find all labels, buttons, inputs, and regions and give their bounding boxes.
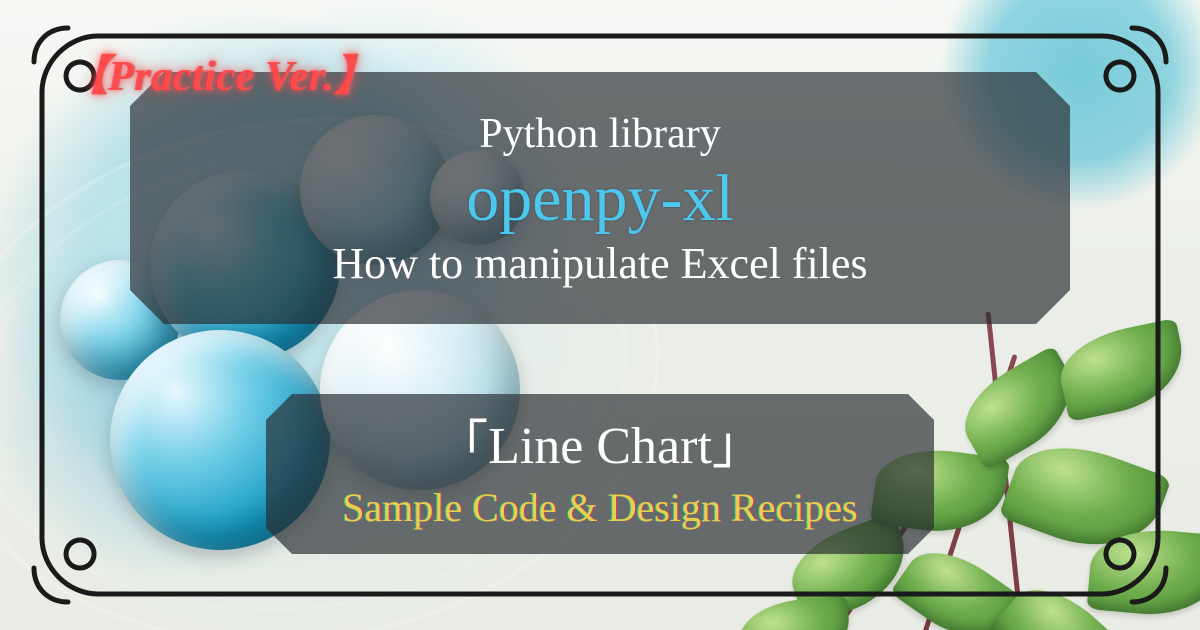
library-name: openpy-xl: [466, 164, 734, 233]
title-panel: Python library openpy-xl How to manipula…: [130, 72, 1070, 324]
library-tagline: How to manipulate Excel files: [332, 240, 867, 288]
thumbnail-canvas: Python library openpy-xl How to manipula…: [0, 0, 1200, 630]
practice-badge: 【Practice Ver.】: [66, 56, 377, 98]
library-label: Python library: [479, 110, 720, 158]
chart-type-label: 「Line Chart」: [436, 418, 764, 475]
recipe-label: Sample Code & Design Recipes: [342, 486, 857, 530]
subtitle-panel: 「Line Chart」 Sample Code & Design Recipe…: [266, 394, 934, 554]
